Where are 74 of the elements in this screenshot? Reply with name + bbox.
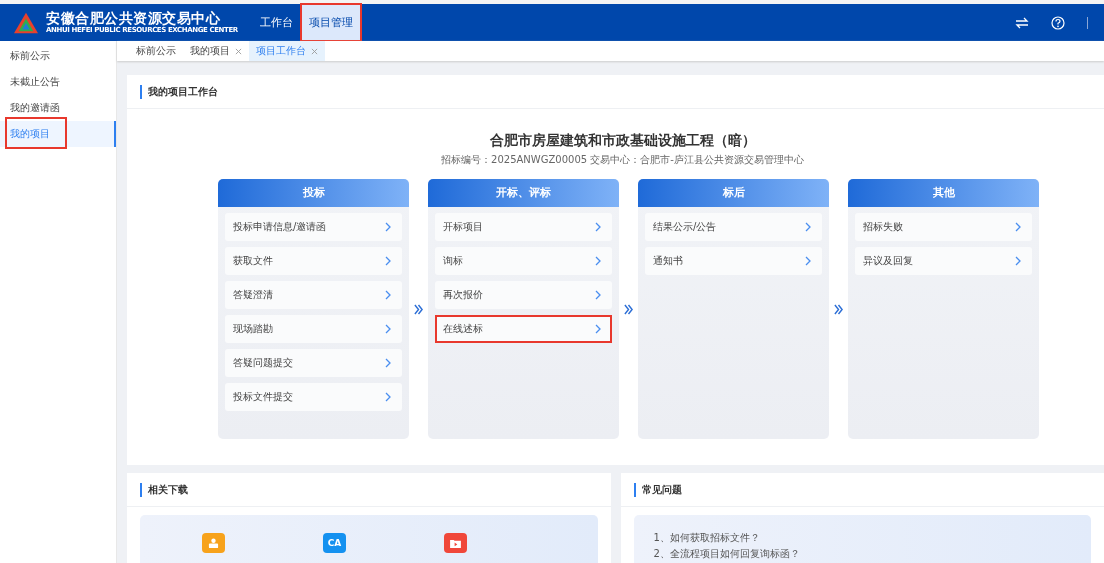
item-label: 获取文件 <box>233 254 273 268</box>
chevron-right-icon <box>595 256 601 266</box>
section-title: 相关下载 <box>148 482 188 497</box>
sidebar-item[interactable]: 未截止公告 <box>0 69 116 95</box>
project-info: 招标编号：2025ANWGZ00005 交易中心：合肥市-庐江县公共资源交易管理中心 <box>440 153 805 167</box>
sidebar-item[interactable]: 标前公示 <box>0 43 116 69</box>
stage-item[interactable]: 现场踏勘 <box>225 315 402 343</box>
chevron-right-icon <box>805 256 811 266</box>
item-label: 结果公示/公告 <box>653 220 717 234</box>
stage-item[interactable]: 招标失败 <box>855 213 1032 241</box>
tab-label: 标前公示 <box>136 44 176 58</box>
chevron-right-icon <box>1015 256 1021 266</box>
chevron-right-icon <box>385 392 391 402</box>
nav-tab[interactable]: 项目管理 <box>301 4 361 41</box>
page-tab[interactable]: 我的项目 <box>183 41 249 61</box>
tab-label: 我的项目 <box>190 44 230 58</box>
stage-header: 投标 <box>218 179 409 207</box>
item-label: 投标文件提交 <box>233 390 293 404</box>
item-label: 答疑澄清 <box>233 288 273 302</box>
item-label: 在线述标 <box>443 322 483 336</box>
help-icon[interactable] <box>1051 15 1065 30</box>
stage-item[interactable]: 通知书 <box>645 247 822 275</box>
item-label: 通知书 <box>653 254 683 268</box>
sidebar-item[interactable]: 我的邀请函 <box>0 95 116 121</box>
faq-link[interactable]: 1、如何获取招标文件？ <box>653 531 1091 544</box>
tab-label: 项目工作台 <box>256 44 306 58</box>
item-label: 招标失败 <box>863 220 903 234</box>
chevron-right-icon <box>1015 222 1021 232</box>
logo-title: 安徽合肥公共资源交易中心 <box>46 10 220 26</box>
section-title: 我的项目工作台 <box>148 84 218 99</box>
chevron-right-icon <box>595 222 601 232</box>
stage-item[interactable]: 答疑澄清 <box>225 281 402 309</box>
stage-item[interactable]: 获取文件 <box>225 247 402 275</box>
stage-item[interactable]: 再次报价 <box>435 281 612 309</box>
chevron-right-icon <box>805 222 811 232</box>
stage-item[interactable]: 开标项目 <box>435 213 612 241</box>
chevron-right-icon <box>385 222 391 232</box>
double-chevron-icon <box>624 303 633 315</box>
project-title: 合肥市房屋建筑和市政基础设施工程（暗） <box>488 132 757 150</box>
close-icon[interactable] <box>235 47 242 55</box>
item-label: 询标 <box>443 254 463 268</box>
stage-header: 标后 <box>638 179 829 207</box>
stage-item[interactable]: 询标 <box>435 247 612 275</box>
item-label: 投标申请信息/邀请函 <box>233 220 327 234</box>
item-label: 开标项目 <box>443 220 483 234</box>
item-label: 异议及回复 <box>863 254 913 268</box>
faq-link[interactable]: 2、全流程项目如何回复询标函？ <box>653 547 1091 560</box>
nav-tab[interactable]: 工作台 <box>252 4 301 41</box>
double-chevron-icon <box>414 303 423 315</box>
page-tab[interactable]: 项目工作台 <box>249 41 325 61</box>
item-label: 答疑问题提交 <box>233 356 293 370</box>
stage-item[interactable]: 投标申请信息/邀请函 <box>225 213 402 241</box>
chevron-right-icon <box>595 324 601 334</box>
page-tab[interactable]: 标前公示 <box>129 41 183 61</box>
video-folder-icon[interactable] <box>444 533 467 553</box>
item-label: 现场踏勘 <box>233 322 273 336</box>
close-icon[interactable] <box>311 47 318 55</box>
stage-item[interactable]: 结果公示/公告 <box>645 213 822 241</box>
chevron-right-icon <box>595 290 601 300</box>
chevron-right-icon <box>385 324 391 334</box>
stage-header: 其他 <box>848 179 1039 207</box>
switch-icon[interactable] <box>1015 16 1029 29</box>
section-title: 常见问题 <box>641 482 682 497</box>
chevron-right-icon <box>385 256 391 266</box>
item-label: 再次报价 <box>443 288 483 302</box>
stage-item[interactable]: 在线述标 <box>435 315 612 343</box>
person-icon[interactable] <box>202 533 225 553</box>
stage-item[interactable]: 投标文件提交 <box>225 383 402 411</box>
chevron-right-icon <box>385 358 391 368</box>
double-chevron-icon <box>834 303 843 315</box>
chevron-right-icon <box>385 290 391 300</box>
stage-header: 开标、评标 <box>428 179 619 207</box>
stage-item[interactable]: 答疑问题提交 <box>225 349 402 377</box>
stage-item[interactable]: 异议及回复 <box>855 247 1032 275</box>
